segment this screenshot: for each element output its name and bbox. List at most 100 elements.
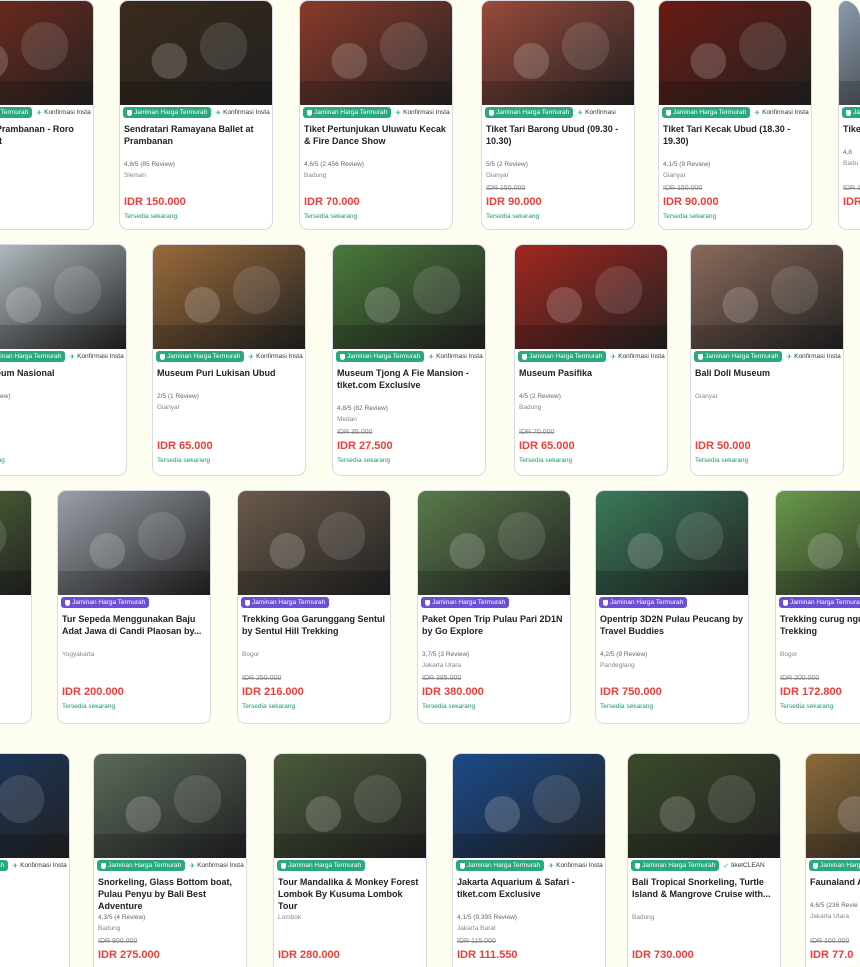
activity-title[interactable]: Tur Sepeda Menggunakan Baju Adat Jawa di… (62, 613, 206, 637)
activity-photo[interactable] (596, 491, 748, 595)
availability-text: Tersedia sekarang (486, 213, 540, 220)
activity-card[interactable]: Jaminan Harga Termurah Paket Open Trip Pu… (417, 490, 571, 724)
activity-title[interactable]: Tour Mandalika & Monkey Forest Lombok By… (278, 876, 422, 912)
activity-card[interactable]: Jaminan Harga Termurah ✈ Konfirmasi Insta B… (690, 244, 844, 476)
activity-photo[interactable] (776, 491, 860, 595)
activity-photo[interactable] (0, 754, 69, 858)
activity-title[interactable]: Bali Tropical Snorkeling, Turtle Island … (632, 876, 776, 900)
activity-card[interactable]: Jaminan Harga Termurah ✈Konfirmasi Insta M… (332, 244, 486, 476)
activity-photo[interactable] (120, 1, 272, 105)
activity-title[interactable]: Tiket Tari Kecak Ubud (18.30 - 19.30) (663, 123, 807, 147)
badge-row: Jaminan Harga Termurah ✓ tiketCLEAN (631, 860, 765, 871)
activity-title[interactable]: andi (0, 613, 27, 625)
activity-photo[interactable] (806, 754, 860, 858)
activity-card[interactable]: Jaminan Harga Termurah ✈ Konfirmasi Insta S… (119, 0, 273, 230)
activity-card[interactable]: Jaminan Harga Termurah ✈Konfirmasi Insta M… (514, 244, 668, 476)
activity-title[interactable]: Museum Tjong A Fie Mansion - tiket.com E… (337, 367, 481, 391)
original-price: IDR 35.000 (337, 429, 373, 436)
instant-icon: ✈ (548, 862, 555, 870)
location-text: Jakarta Barat (457, 925, 496, 932)
confirmation-badge: ✈ Konfirmasi (577, 109, 616, 117)
rating-text: 32 Review) (0, 393, 11, 400)
activity-photo[interactable] (58, 491, 210, 595)
price-guarantee-badge: Jaminan Harga Termurah (631, 860, 720, 871)
activity-title[interactable]: Opentrip 3D2N Pulau Peucang by Travel Bu… (600, 613, 744, 637)
activity-title[interactable]: Snorkeling, Glass Bottom boat, Pulau Pen… (98, 876, 242, 912)
activity-card[interactable]: Jaminan Harga Termurah ✈ Konfirmasi Insta S… (93, 753, 247, 967)
confirmation-label: Konfirmasi Insta (556, 862, 603, 869)
activity-title[interactable]: Tiket Tari Barong Ubud (09.30 - 10.30) (486, 123, 630, 147)
activity-title[interactable]: Trekking curug ngu Sentul Hill Trekking (780, 613, 860, 637)
activity-photo[interactable] (628, 754, 780, 858)
activity-photo[interactable] (94, 754, 246, 858)
activity-photo[interactable] (153, 245, 305, 349)
availability-text: Tersedia sekarang (519, 457, 573, 464)
activity-photo[interactable] (0, 491, 31, 595)
activity-photo[interactable] (0, 245, 126, 349)
instant-icon: ✈ (786, 353, 793, 361)
activity-card[interactable]: Jaminan Harga Termurah ✈Konfirmasi Insta M… (0, 244, 127, 476)
price: IDR 77.0 (810, 949, 854, 961)
activity-title[interactable]: Museum Puri Lukisan Ubud (157, 367, 301, 379)
shield-icon (425, 599, 430, 606)
price: IDR 380.000 (422, 686, 484, 698)
activity-card[interactable]: Jaminan Harga Termurah Trekking curug ngu… (775, 490, 860, 724)
activity-card[interactable]: Jaminan Harga Termurah ✈Konfirmasi Insta T… (299, 0, 453, 230)
rating-text: 4,8/5 (85 Review) (124, 161, 175, 168)
activity-card[interactable]: Jaminan Harga Termurah Faunaland A Specia… (805, 753, 860, 967)
activity-card[interactable]: Jaminan Harga Termurah Tour Mandalika & M… (273, 753, 427, 967)
badge-row: Jaminan Harga Termurah (241, 597, 330, 608)
activity-card[interactable]: Jaminan Harga Termurah Opentrip 3D2N Pula… (595, 490, 749, 724)
activity-card[interactable]: Jaminan Harga Termurah ✈Konfirmasi Insta T… (658, 0, 812, 230)
location-text: Pandeglang (600, 662, 635, 669)
badge-row: Jaminan Harga Termurah (277, 860, 366, 871)
activity-card[interactable]: Jaminan Harga Termurah ✈ Konfirmasi Tiket T… (481, 0, 635, 230)
rating-text: 4,6/5 (236 Revie (810, 902, 858, 909)
activity-card[interactable]: Jaminan Harga Termurah ✈Konfirmasi Insta M… (152, 244, 306, 476)
activity-title[interactable]: Tiket (843, 123, 860, 135)
activity-photo[interactable] (691, 245, 843, 349)
activity-title[interactable]: Tiket Candi Prambanan - Roro Jonggrang a… (0, 123, 89, 147)
location-text: Bogor (242, 651, 260, 658)
price-guarantee-label: Jaminan Harga Termurah (167, 353, 241, 360)
activity-photo[interactable] (238, 491, 390, 595)
activity-photo[interactable] (274, 754, 426, 858)
activity-title[interactable]: Bali Doll Museum (695, 367, 839, 379)
activity-photo[interactable] (300, 1, 452, 105)
activity-photo[interactable] (839, 1, 860, 105)
activity-photo[interactable] (418, 491, 570, 595)
activity-photo[interactable] (333, 245, 485, 349)
activity-title[interactable]: Museum Nasional (0, 367, 122, 379)
activity-card[interactable]: Jaminan Harga Termurah ✈Konfirmasi Insta (0, 753, 70, 967)
location-text: Bogor (780, 651, 798, 658)
price-guarantee-label: Jaminan Harga Termurah (108, 862, 182, 869)
price-guarantee-badge: Jaminan Harga Termurah (156, 351, 245, 362)
activity-card[interactable]: Jaminan Harga Termurah Tiket 4,8 Badu IDR 1 I… (838, 0, 860, 230)
activity-title[interactable]: Paket Open Trip Pulau Pari 2D1N by Go Ex… (422, 613, 566, 637)
availability-text: Tersedia sekarang (337, 457, 391, 464)
activity-card[interactable]: Jaminan Harga Termurah ✈ Konfirmasi Insta J… (452, 753, 606, 967)
activity-card[interactable]: Jaminan Harga Termurah ✓ tiketCLEAN Bali Tr… (627, 753, 781, 967)
activity-title[interactable]: Museum Pasifika (519, 367, 663, 379)
activity-card[interactable]: Jaminan Harga Termurah ✈Konfirmasi Insta T… (0, 0, 94, 230)
instant-icon: ✈ (754, 109, 761, 117)
activity-title[interactable]: Sendratari Ramayana Ballet at Prambanan (124, 123, 268, 147)
activity-photo[interactable] (453, 754, 605, 858)
activity-title[interactable]: Trekking Goa Garunggang Sentul by Sentul… (242, 613, 386, 637)
activity-photo[interactable] (515, 245, 667, 349)
activity-photo[interactable] (659, 1, 811, 105)
clean-icon: ✓ (723, 862, 730, 870)
shield-icon (489, 109, 494, 116)
activity-photo[interactable] (0, 1, 93, 105)
shield-icon (65, 599, 70, 606)
price-guarantee-label: Jaminan Harga Termurah (790, 599, 860, 606)
price-guarantee-badge: Jaminan Harga Termurah (0, 860, 9, 871)
activity-card[interactable]: Jaminan Harga Termurah Trekking Goa Garun… (237, 490, 391, 724)
activity-title[interactable]: Faunaland A Special Pro (810, 876, 860, 888)
activity-card[interactable]: Jaminan Harga Termurah Tur Sepeda Menggun… (57, 490, 211, 724)
activity-title[interactable]: Tiket Pertunjukan Uluwatu Kecak & Fire D… (304, 123, 448, 147)
activity-card[interactable]: Jaminan Harga Termurahandi (0, 490, 32, 724)
activity-photo[interactable] (482, 1, 634, 105)
activity-title[interactable]: Jakarta Aquarium & Safari - tiket.com Ex… (457, 876, 601, 900)
location-text: Lombok (278, 914, 302, 921)
